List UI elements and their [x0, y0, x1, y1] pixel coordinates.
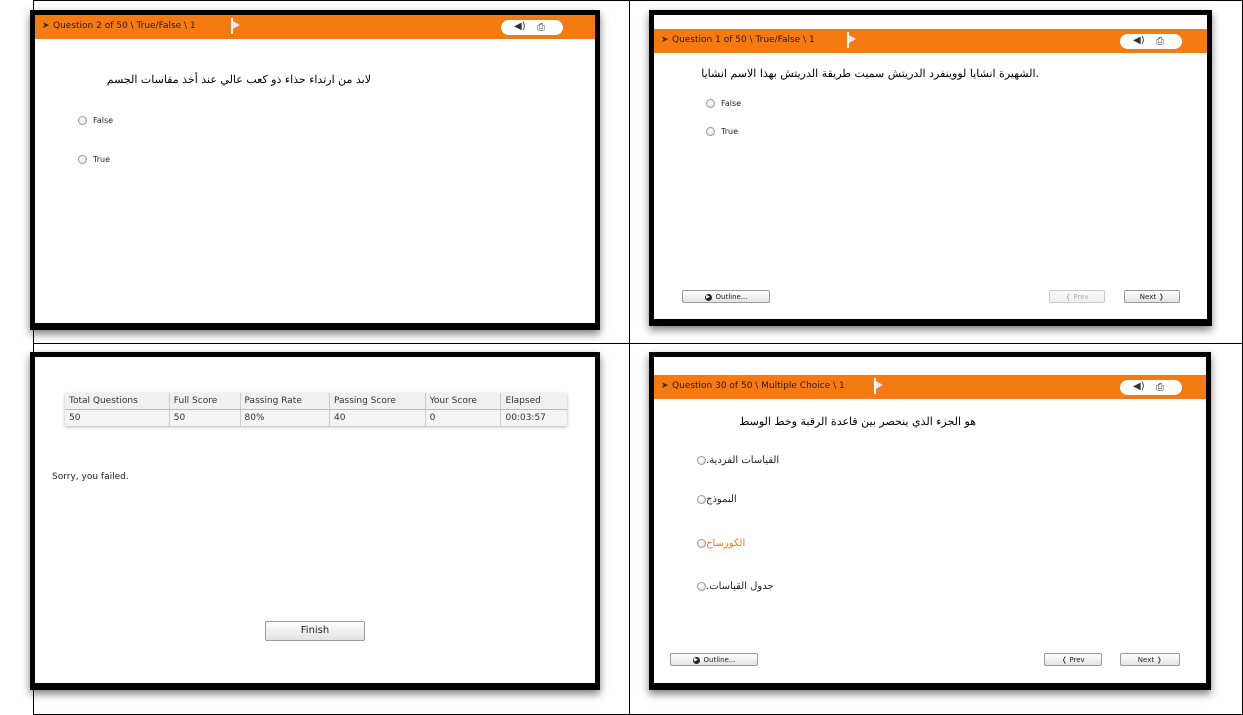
table-row: 50 50 80% 40 0 00:03:57 — [65, 409, 567, 426]
speaker-icon[interactable]: ◀) — [1133, 381, 1145, 392]
speaker-icon[interactable]: ◀) — [1133, 35, 1145, 46]
col-your-score: Your Score — [425, 393, 502, 410]
option-true[interactable]: True — [78, 155, 110, 164]
chevron-right-icon: ➤ — [661, 35, 669, 45]
radio-icon[interactable] — [706, 99, 715, 108]
quiz-screen: ➤ Question 2 of 50 \ True/False \ 1 ◀) ⎙… — [35, 15, 595, 323]
col-elapsed: Elapsed — [500, 393, 567, 410]
flag-icon[interactable] — [847, 32, 856, 48]
question-header-bar: ➤ Question 2 of 50 \ True/False \ 1 ◀) ⎙ — [35, 15, 595, 39]
table-divider-vertical — [629, 0, 630, 715]
outline-button[interactable]: ▶ Outline... — [670, 653, 758, 666]
cell-elapsed: 00:03:57 — [505, 413, 546, 423]
results-screen: Total Questions Full Score Passing Rate … — [35, 357, 595, 683]
print-icon[interactable]: ⎙ — [1156, 36, 1164, 47]
finish-button[interactable]: Finish — [265, 621, 365, 641]
outline-button[interactable]: ▶ Outline... — [682, 290, 770, 303]
next-button[interactable]: Next ❭ — [1120, 653, 1180, 666]
option-3-highlighted[interactable]: الكورساج — [697, 538, 751, 549]
quiz-screen: ➤ Question 1 of 50 \ True/False \ 1 ◀) ⎙… — [654, 15, 1207, 319]
radio-icon[interactable] — [697, 495, 706, 504]
cell-total-questions: 50 — [65, 409, 170, 426]
chevron-right-icon: ➤ — [661, 381, 669, 391]
cell-passing-score: 40 — [329, 409, 426, 426]
col-full-score: Full Score — [169, 393, 241, 410]
table-header-row: Total Questions Full Score Passing Rate … — [65, 393, 567, 410]
question-header-bar: ➤ Question 30 of 50 \ Multiple Choice \ … — [654, 375, 1206, 399]
next-button[interactable]: Next ❭ — [1124, 290, 1180, 303]
option-1[interactable]: .القياسات الفردية — [697, 455, 785, 466]
radio-icon[interactable] — [706, 127, 715, 136]
question-title: Question 2 of 50 \ True/False \ 1 — [53, 21, 196, 31]
table-divider-horizontal — [33, 343, 1243, 344]
question-title: Question 1 of 50 \ True/False \ 1 — [672, 35, 815, 45]
print-icon[interactable]: ⎙ — [537, 22, 545, 33]
option-2[interactable]: النموذج — [697, 494, 743, 505]
radio-icon[interactable] — [697, 456, 706, 465]
radio-icon[interactable] — [78, 116, 87, 125]
cell-your-score: 0 — [425, 409, 502, 426]
radio-icon[interactable] — [697, 539, 706, 548]
question-text: لابد من ارتداء حذاء ذو كعب عالي عند أخذ … — [106, 73, 371, 86]
question-title: Question 30 of 50 \ Multiple Choice \ 1 — [672, 381, 845, 391]
option-4[interactable]: .جدول القياسات — [697, 581, 780, 592]
question-header-bar: ➤ Question 1 of 50 \ True/False \ 1 ◀) ⎙ — [654, 29, 1207, 53]
chevron-right-icon: ➤ — [42, 21, 50, 31]
audio-print-controls: ◀) ⎙ — [1120, 380, 1182, 395]
outline-icon: ▶ — [692, 656, 700, 664]
radio-icon[interactable] — [697, 582, 706, 591]
col-passing-score: Passing Score — [329, 393, 426, 410]
col-total-questions: Total Questions — [65, 393, 170, 410]
audio-print-controls: ◀) ⎙ — [1120, 34, 1182, 49]
print-icon[interactable]: ⎙ — [1156, 382, 1164, 393]
result-message: Sorry, you failed. — [52, 472, 129, 482]
flag-icon[interactable] — [874, 378, 883, 394]
speaker-icon[interactable]: ◀) — [514, 21, 526, 32]
screenshot-results: Total Questions Full Score Passing Rate … — [30, 352, 600, 690]
question-text: .الشهيرة انشايا لووينفرد الدريتش سميت طر… — [701, 67, 1039, 80]
screenshot-question-30: ➤ Question 30 of 50 \ Multiple Choice \ … — [649, 352, 1211, 690]
col-passing-rate: Passing Rate — [240, 393, 330, 410]
option-false[interactable]: False — [706, 99, 741, 108]
radio-icon[interactable] — [78, 155, 87, 164]
prev-button[interactable]: ❬ Prev — [1044, 653, 1102, 666]
audio-print-controls: ◀) ⎙ — [501, 20, 563, 35]
cell-full-score: 50 — [169, 409, 241, 426]
cell-passing-rate: 80% — [240, 409, 330, 426]
option-false[interactable]: False — [78, 116, 113, 125]
flag-icon[interactable] — [231, 18, 240, 34]
quiz-screen: ➤ Question 30 of 50 \ Multiple Choice \ … — [654, 357, 1206, 683]
question-text: هو الجزء الذي ينحصر بين قاعدة الرقبة وخط… — [739, 415, 976, 428]
prev-button[interactable]: ❬ Prev — [1049, 290, 1105, 303]
option-true[interactable]: True — [706, 127, 738, 136]
screenshot-question-1: ➤ Question 1 of 50 \ True/False \ 1 ◀) ⎙… — [649, 10, 1212, 326]
outline-icon: ▶ — [704, 293, 712, 301]
screenshot-question-2: ➤ Question 2 of 50 \ True/False \ 1 ◀) ⎙… — [30, 10, 600, 330]
results-table: Total Questions Full Score Passing Rate … — [65, 393, 567, 426]
